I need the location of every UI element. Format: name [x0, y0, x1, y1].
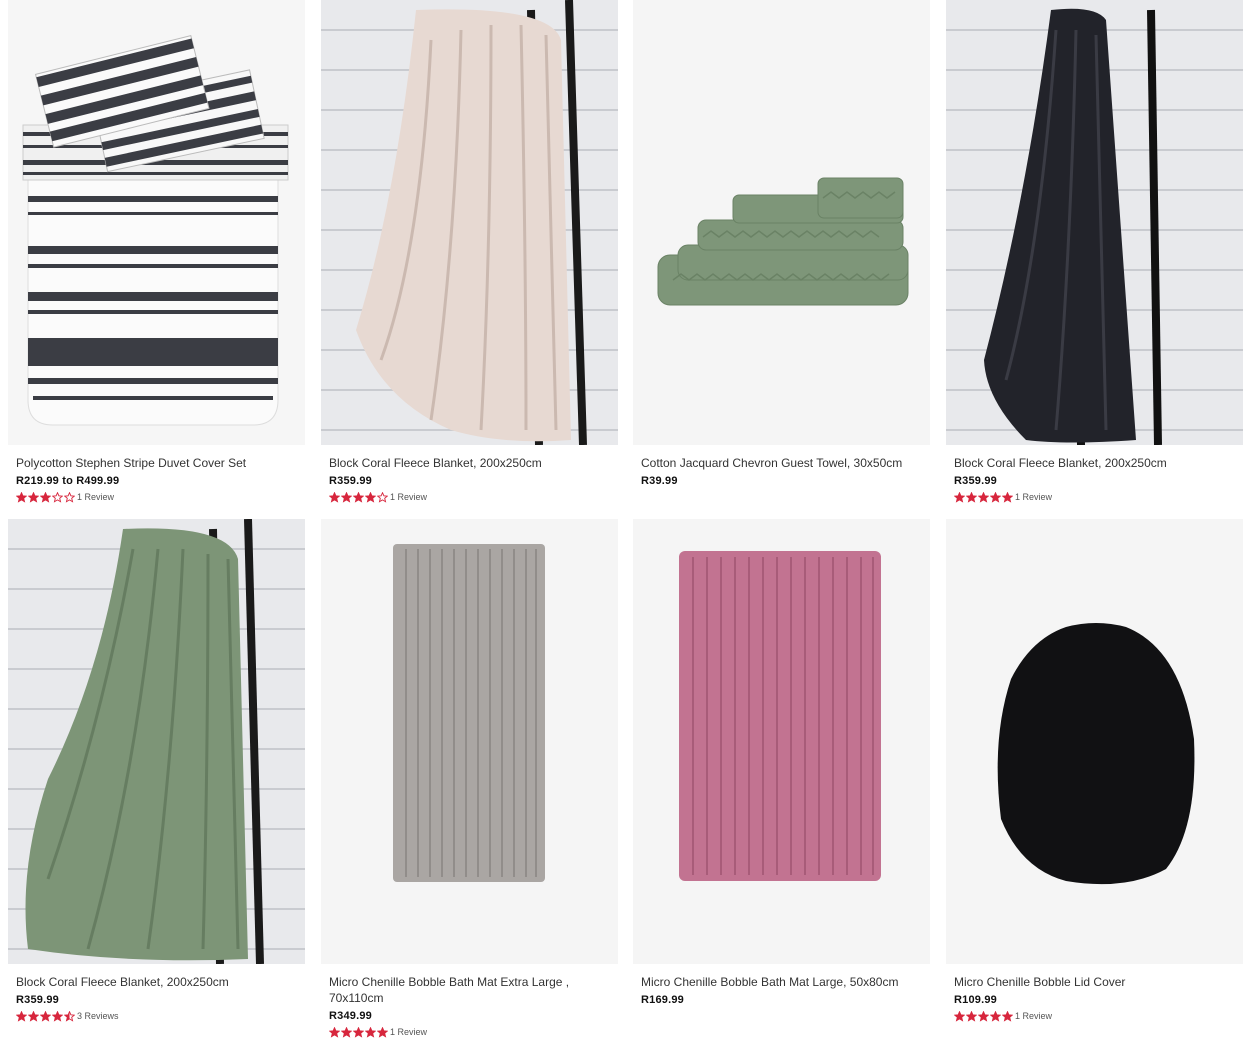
- review-count[interactable]: 1 Review: [390, 1027, 427, 1037]
- star-filled-icon: [28, 491, 39, 503]
- star-filled-icon: [377, 1026, 388, 1038]
- star-filled-icon: [365, 491, 376, 503]
- review-count[interactable]: 1 Review: [77, 492, 114, 502]
- black-blanket-image: [946, 0, 1243, 445]
- product-image-cream-blanket[interactable]: [321, 0, 618, 445]
- product-price: R219.99 to R499.99: [16, 475, 120, 487]
- product-title[interactable]: Cotton Jacquard Chevron Guest Towel, 30x…: [641, 455, 922, 471]
- product-image-black-lid-cover[interactable]: [946, 519, 1243, 964]
- product-image-pink-bath-mat[interactable]: [633, 519, 930, 964]
- product-rating: 1 Review: [329, 1026, 610, 1038]
- star-filled-icon: [954, 491, 965, 503]
- star-rating: [954, 1010, 1014, 1022]
- product-price: R39.99: [641, 475, 678, 487]
- star-filled-icon: [16, 491, 27, 503]
- review-count[interactable]: 1 Review: [1015, 492, 1052, 502]
- grey-bath-mat-image: [321, 519, 618, 964]
- star-filled-icon: [341, 1026, 352, 1038]
- star-filled-icon: [40, 491, 51, 503]
- product-image-grey-bath-mat[interactable]: [321, 519, 618, 964]
- product-image-green-towels[interactable]: [633, 0, 930, 445]
- product-price: R359.99: [16, 994, 59, 1006]
- product-card[interactable]: Micro Chenille Bobble Bath Mat Large, 50…: [633, 519, 930, 1010]
- product-rating: 1 Review: [954, 1010, 1235, 1022]
- product-image-striped-duvet[interactable]: [8, 0, 305, 445]
- product-title[interactable]: Micro Chenille Bobble Lid Cover: [954, 974, 1235, 990]
- review-count[interactable]: 1 Review: [1015, 1011, 1052, 1021]
- product-card[interactable]: Polycotton Stephen Stripe Duvet Cover Se…: [8, 0, 305, 503]
- product-card[interactable]: Block Coral Fleece Blanket, 200x250cm R3…: [8, 519, 305, 1022]
- star-filled-icon: [966, 1010, 977, 1022]
- star-empty-icon: [377, 491, 388, 503]
- green-blanket-image: [8, 519, 305, 964]
- product-price: R109.99: [954, 994, 997, 1006]
- review-count[interactable]: 1 Review: [390, 492, 427, 502]
- star-rating: [329, 1026, 389, 1038]
- star-filled-icon: [990, 1010, 1001, 1022]
- star-filled-icon: [966, 491, 977, 503]
- star-filled-icon: [16, 1010, 27, 1022]
- product-card[interactable]: Cotton Jacquard Chevron Guest Towel, 30x…: [633, 0, 930, 491]
- product-card[interactable]: Block Coral Fleece Blanket, 200x250cm R3…: [321, 0, 618, 503]
- star-filled-icon: [353, 491, 364, 503]
- product-price: R359.99: [329, 475, 372, 487]
- product-grid: Polycotton Stephen Stripe Duvet Cover Se…: [0, 0, 1250, 1054]
- review-count[interactable]: 3 Reviews: [77, 1011, 119, 1021]
- product-title[interactable]: Block Coral Fleece Blanket, 200x250cm: [329, 455, 610, 471]
- star-filled-icon: [353, 1026, 364, 1038]
- star-filled-icon: [329, 491, 340, 503]
- product-image-green-blanket[interactable]: [8, 519, 305, 964]
- product-rating: 3 Reviews: [16, 1010, 297, 1022]
- star-empty-icon: [64, 491, 75, 503]
- product-title[interactable]: Block Coral Fleece Blanket, 200x250cm: [954, 455, 1235, 471]
- product-rating: 1 Review: [16, 491, 297, 503]
- star-filled-icon: [1002, 491, 1013, 503]
- star-empty-icon: [52, 491, 63, 503]
- star-half-icon: [64, 1010, 75, 1022]
- product-rating: 1 Review: [954, 491, 1235, 503]
- black-lid-cover-image: [946, 519, 1243, 964]
- product-card[interactable]: Block Coral Fleece Blanket, 200x250cm R3…: [946, 0, 1243, 503]
- pink-bath-mat-image: [633, 519, 930, 964]
- star-filled-icon: [978, 1010, 989, 1022]
- striped-duvet-image: [8, 0, 305, 445]
- star-rating: [329, 491, 389, 503]
- star-rating: [16, 1010, 76, 1022]
- star-filled-icon: [954, 1010, 965, 1022]
- product-price: R359.99: [954, 475, 997, 487]
- product-title[interactable]: Block Coral Fleece Blanket, 200x250cm: [16, 974, 297, 990]
- star-filled-icon: [40, 1010, 51, 1022]
- star-filled-icon: [28, 1010, 39, 1022]
- green-towel-image: [633, 0, 930, 445]
- star-filled-icon: [978, 491, 989, 503]
- star-rating: [954, 491, 1014, 503]
- product-title[interactable]: Micro Chenille Bobble Bath Mat Extra Lar…: [329, 974, 610, 1006]
- product-image-black-blanket[interactable]: [946, 0, 1243, 445]
- star-filled-icon: [365, 1026, 376, 1038]
- product-price: R169.99: [641, 994, 684, 1006]
- star-filled-icon: [52, 1010, 63, 1022]
- star-rating: [16, 491, 76, 503]
- product-card[interactable]: Micro Chenille Bobble Lid Cover R109.99 …: [946, 519, 1243, 1022]
- product-price: R349.99: [329, 1010, 372, 1022]
- product-rating: 1 Review: [329, 491, 610, 503]
- star-filled-icon: [1002, 1010, 1013, 1022]
- star-filled-icon: [341, 491, 352, 503]
- cream-blanket-image: [321, 0, 618, 445]
- star-filled-icon: [990, 491, 1001, 503]
- product-card[interactable]: Micro Chenille Bobble Bath Mat Extra Lar…: [321, 519, 618, 1038]
- star-filled-icon: [329, 1026, 340, 1038]
- product-title[interactable]: Micro Chenille Bobble Bath Mat Large, 50…: [641, 974, 922, 990]
- product-title[interactable]: Polycotton Stephen Stripe Duvet Cover Se…: [16, 455, 297, 471]
